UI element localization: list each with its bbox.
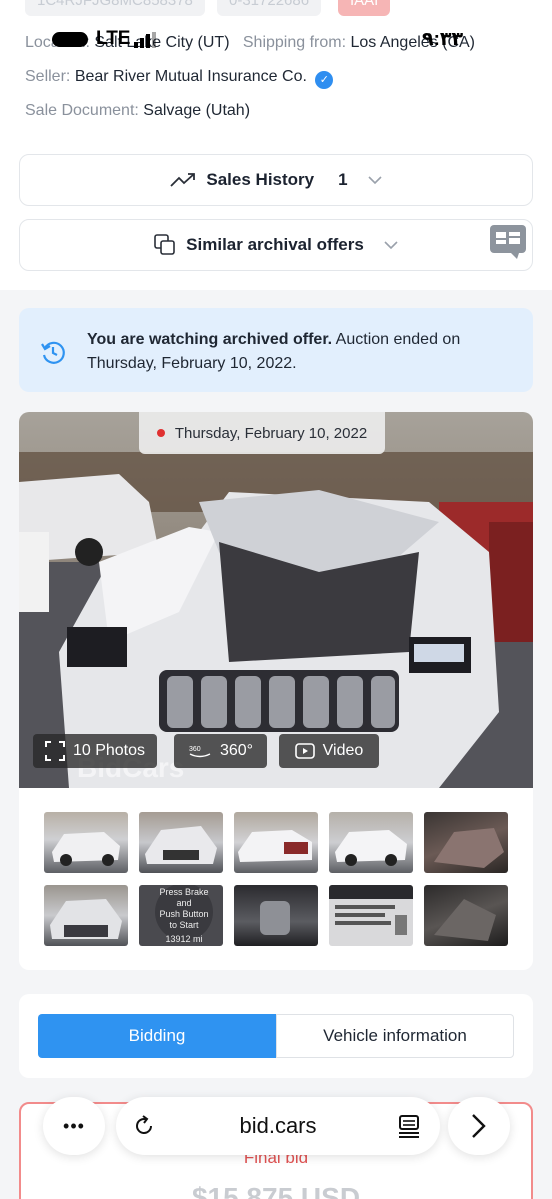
fullscreen-icon — [44, 741, 65, 761]
lot-chip: 0-31722686 — [217, 0, 322, 16]
view-360-label: 360° — [219, 742, 254, 759]
video-label: Video — [322, 742, 364, 759]
forward-button[interactable] — [448, 1097, 510, 1155]
sale-document-row: Sale Document: Salvage (Utah) — [25, 102, 250, 120]
sale-document-value: Salvage (Utah) — [143, 102, 251, 119]
auction-date: Thursday, February 10, 2022 — [174, 424, 368, 442]
sale-document-label: Sale Document: — [25, 102, 139, 119]
svg-text:360: 360 — [189, 746, 201, 753]
similar-offers-button[interactable]: Similar archival offers — [19, 219, 533, 271]
vin-chip: 1C4RJFJG8MC858378 — [25, 0, 205, 16]
final-bid-price: $15,875 USD — [191, 1182, 361, 1199]
url-text: bid.cars — [239, 1113, 317, 1138]
video-button[interactable]: Video — [279, 734, 379, 768]
tab-vehicle-information[interactable]: Vehicle information — [276, 1014, 514, 1058]
thumbnail-4[interactable] — [329, 812, 413, 873]
tabs-section: Bidding Vehicle information — [19, 994, 533, 1078]
play-icon — [294, 743, 315, 759]
sales-history-button[interactable]: Sales History 1 — [19, 154, 533, 206]
signal-bars-icon — [134, 32, 156, 48]
rotate-360-icon: 360 — [189, 746, 211, 758]
start-button-sticker: Press Brake and Push Button to Start 139… — [155, 885, 213, 944]
chevron-right-icon — [472, 1114, 486, 1138]
verified-badge-icon: ✓ — [315, 71, 334, 89]
thumbnail-3[interactable] — [234, 812, 318, 873]
photos-label: 10 Photos — [72, 742, 146, 759]
auction-chip: IAAI — [338, 0, 391, 16]
address-bar[interactable]: bid.cars — [116, 1097, 440, 1155]
live-dot-icon — [156, 429, 165, 437]
reader-view-icon[interactable] — [398, 1114, 420, 1138]
seller-value[interactable]: Bear River Mutual Insurance Co. — [75, 68, 307, 85]
thumbnail-8[interactable] — [234, 885, 318, 946]
vin-strip: 1C4RJFJG8MC858378 0-31722686 IAAI — [0, 0, 552, 18]
lot-info-section: Location: Salt Lake City (UT) Shipping f… — [0, 18, 552, 290]
thumbnail-1[interactable] — [44, 812, 128, 873]
archived-offer-message: You are watching archived offer. Auction… — [87, 328, 507, 376]
sales-history-label: Sales History — [206, 170, 315, 189]
network-label: LTE — [96, 28, 131, 49]
thumbnail-10[interactable] — [424, 885, 508, 946]
more-dots-icon: ••• — [63, 1115, 85, 1136]
sticker-line-4: to Start — [169, 920, 199, 930]
chevron-down-icon — [368, 172, 382, 188]
trend-up-icon — [170, 173, 196, 187]
archived-offer-banner: You are watching archived offer. Auction… — [19, 308, 533, 392]
sticker-line-5: 13912 mi — [165, 934, 203, 944]
copy-icon — [154, 234, 175, 255]
sticker-line-3: Push Button — [159, 909, 209, 919]
similar-offers-label: Similar archival offers — [186, 235, 364, 254]
seller-row: Seller: Bear River Mutual Insurance Co. … — [25, 68, 334, 89]
thumbnail-7[interactable]: Press Brake and Push Button to Start 139… — [139, 885, 223, 946]
tab-bidding[interactable]: Bidding — [38, 1014, 276, 1058]
shipping-label: Shipping from: — [242, 34, 347, 51]
archived-offer-bold: You are watching archived offer. — [87, 331, 333, 348]
view-360-button[interactable]: 360 360° — [174, 734, 267, 768]
sales-history-count: 1 — [338, 170, 348, 189]
auction-date-badge: Thursday, February 10, 2022 — [139, 412, 385, 454]
dynamic-island-pill — [52, 32, 88, 47]
thumbnail-6[interactable] — [44, 885, 128, 946]
chat-icon[interactable] — [489, 224, 527, 260]
chevron-down-icon — [384, 237, 398, 253]
thumbnail-5[interactable] — [424, 812, 508, 873]
photos-button[interactable]: 10 Photos — [33, 734, 157, 768]
seller-label: Seller: — [25, 68, 71, 85]
more-options-button[interactable]: ••• — [43, 1097, 105, 1155]
clock-time: ٩:٣٣ — [422, 29, 464, 50]
sticker-line-2: and — [176, 898, 192, 908]
sticker-line-1: Press Brake — [159, 887, 209, 897]
history-icon — [41, 341, 65, 364]
photo-gallery: Thursday, February 10, 2022 BidCars 10 P… — [19, 412, 533, 970]
main-vehicle-photo[interactable]: Thursday, February 10, 2022 BidCars 10 P… — [19, 412, 533, 788]
thumbnail-9[interactable] — [329, 885, 413, 946]
location-row: Location: Salt Lake City (UT) Shipping f… — [25, 34, 475, 52]
thumbnail-2[interactable] — [139, 812, 223, 873]
